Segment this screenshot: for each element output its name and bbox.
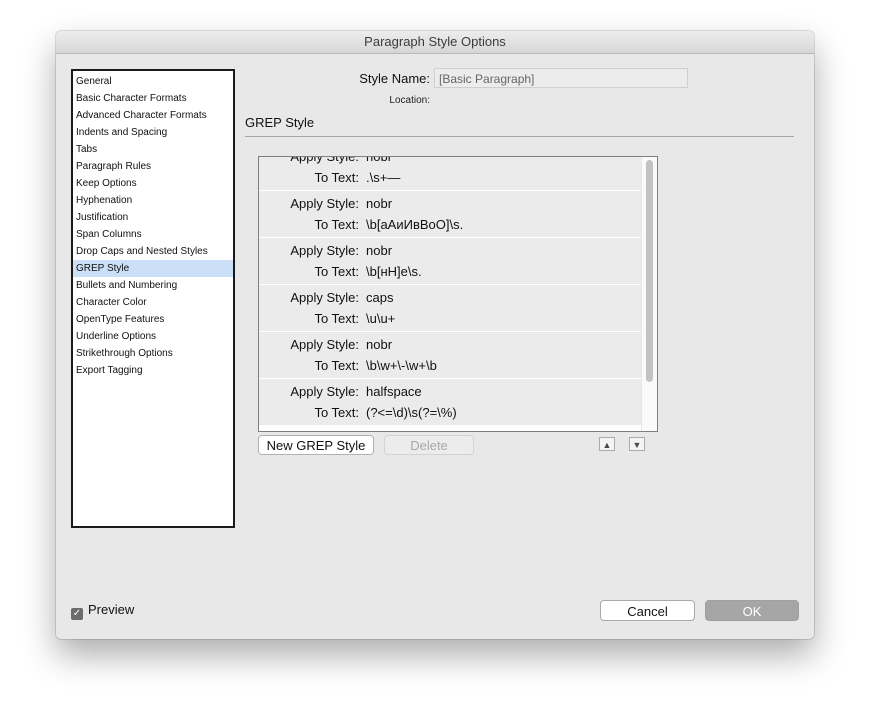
apply-style-value[interactable]: halfspace — [366, 381, 422, 403]
preview-checkbox[interactable]: ✓ Preview — [71, 602, 134, 620]
category-item[interactable]: Strikethrough Options — [73, 345, 233, 362]
grep-style-entry[interactable]: Apply Style: caps To Text: \u\u+ — [259, 285, 641, 332]
grep-style-entry[interactable]: Apply Style: nobr To Text: \b[нН]е\s. — [259, 238, 641, 285]
section-divider — [245, 136, 794, 137]
to-text-label: To Text: — [314, 170, 359, 185]
apply-style-value[interactable]: nobr — [366, 240, 392, 262]
cancel-button[interactable]: Cancel — [600, 600, 695, 621]
grep-style-entry[interactable]: Apply Style: nobr To Text: \b\w+\-\w+\b — [259, 332, 641, 379]
apply-style-row: Apply Style: nobr — [259, 334, 641, 356]
to-text-row: To Text: \b[аАиИвВоО]\s. — [259, 214, 641, 236]
move-up-icon[interactable]: ▲ — [599, 437, 615, 451]
apply-style-row: Apply Style: caps — [259, 287, 641, 309]
category-item[interactable]: Drop Caps and Nested Styles — [73, 243, 233, 260]
apply-style-value[interactable]: nobr — [366, 334, 392, 356]
category-item[interactable]: OpenType Features — [73, 311, 233, 328]
apply-style-label: Apply Style: — [290, 196, 359, 211]
to-text-value[interactable]: .\s+— — [366, 167, 400, 189]
to-text-value[interactable]: \b[аАиИвВоО]\s. — [366, 214, 463, 236]
grep-style-entry[interactable]: Apply Style: nobr To Text: \b[аАиИвВоО]\s. — [259, 191, 641, 238]
apply-style-row: Apply Style: halfspace — [259, 381, 641, 403]
category-item[interactable]: Bullets and Numbering — [73, 277, 233, 294]
category-item[interactable]: General — [73, 73, 233, 90]
section-title: GREP Style — [245, 115, 315, 130]
to-text-value[interactable]: (?<=\d)\s(?=\%) — [366, 402, 457, 424]
apply-style-value[interactable]: caps — [366, 287, 393, 309]
apply-style-value[interactable]: nobr — [366, 193, 392, 215]
to-text-row: To Text: .\s+— — [259, 167, 641, 189]
location-label: Location: — [389, 95, 430, 106]
style-name-field[interactable]: [Basic Paragraph] — [434, 68, 688, 88]
scrollbar[interactable] — [641, 157, 657, 431]
category-item[interactable]: Paragraph Rules — [73, 158, 233, 175]
category-item[interactable]: Justification — [73, 209, 233, 226]
to-text-label: To Text: — [314, 264, 359, 279]
apply-style-label: Apply Style: — [290, 290, 359, 305]
category-item[interactable]: Keep Options — [73, 175, 233, 192]
category-item[interactable]: Span Columns — [73, 226, 233, 243]
apply-style-label: Apply Style: — [290, 243, 359, 258]
scrollbar-thumb[interactable] — [646, 160, 653, 382]
preview-label: Preview — [88, 602, 135, 617]
to-text-value[interactable]: \b[нН]е\s. — [366, 261, 422, 283]
to-text-label: To Text: — [314, 217, 359, 232]
to-text-value[interactable]: \u\u+ — [366, 308, 395, 330]
category-item[interactable]: GREP Style — [73, 260, 233, 277]
style-name-label: Style Name: — [359, 71, 430, 86]
new-grep-style-button[interactable]: New GREP Style — [258, 435, 374, 455]
to-text-row: To Text: \b\w+\-\w+\b — [259, 355, 641, 377]
category-item[interactable]: Hyphenation — [73, 192, 233, 209]
apply-style-label: Apply Style: — [290, 384, 359, 399]
category-item[interactable]: Indents and Spacing — [73, 124, 233, 141]
checkbox-checked-icon[interactable]: ✓ — [71, 608, 83, 620]
category-list[interactable]: General Basic Character Formats Advanced C… — [71, 69, 235, 528]
to-text-row: To Text: \b[нН]е\s. — [259, 261, 641, 283]
grep-style-entry[interactable]: Apply Style: halfspace To Text: (?<=\d)\s(?… — [259, 379, 641, 426]
to-text-row: To Text: (?<=\d)\s(?=\%) — [259, 402, 641, 424]
window-title: Paragraph Style Options — [56, 31, 814, 54]
apply-style-row: Apply Style: nobr — [259, 240, 641, 262]
category-item[interactable]: Character Color — [73, 294, 233, 311]
to-text-row: To Text: \u\u+ — [259, 308, 641, 330]
to-text-value[interactable]: \b\w+\-\w+\b — [366, 355, 437, 377]
to-text-label: To Text: — [314, 405, 359, 420]
move-down-icon[interactable]: ▼ — [629, 437, 645, 451]
ok-button[interactable]: OK — [705, 600, 799, 621]
to-text-label: To Text: — [314, 358, 359, 373]
category-item[interactable]: Underline Options — [73, 328, 233, 345]
apply-style-row: Apply Style: nobr — [259, 193, 641, 215]
delete-button[interactable]: Delete — [384, 435, 474, 455]
to-text-label: To Text: — [314, 311, 359, 326]
category-item[interactable]: Basic Character Formats — [73, 90, 233, 107]
category-item[interactable]: Tabs — [73, 141, 233, 158]
paragraph-style-options-dialog: Paragraph Style Options General Basic Cha… — [56, 31, 814, 639]
grep-style-entry[interactable]: Apply Style: nobr To Text: .\s+— — [259, 157, 641, 191]
category-item[interactable]: Advanced Character Formats — [73, 107, 233, 124]
category-item[interactable]: Export Tagging — [73, 362, 233, 379]
grep-style-list[interactable]: Apply Style: nobr To Text: .\s+— Apply Style… — [258, 156, 658, 432]
apply-style-label: Apply Style: — [290, 337, 359, 352]
